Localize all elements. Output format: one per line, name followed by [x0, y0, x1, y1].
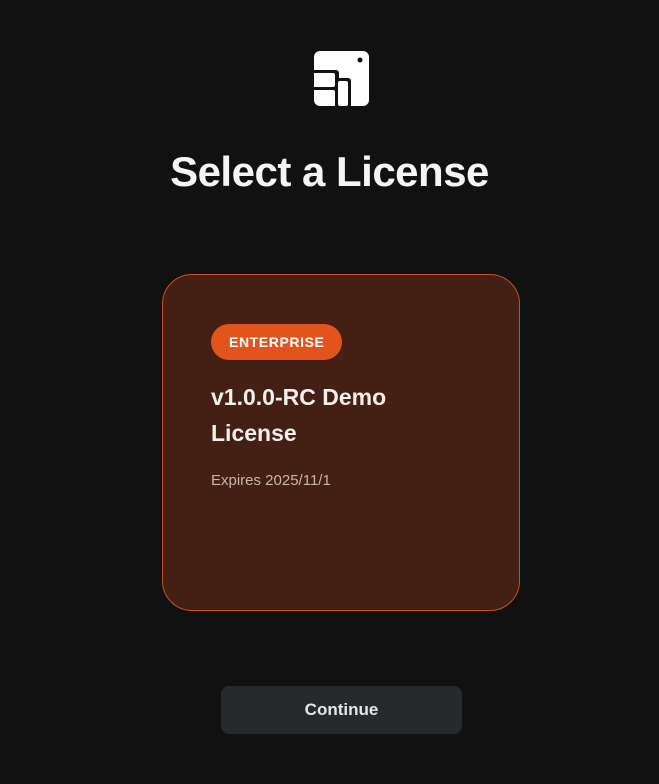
license-tier-badge: ENTERPRISE: [211, 324, 343, 360]
continue-button[interactable]: Continue: [221, 686, 462, 734]
app-logo-icon: [314, 51, 369, 106]
page-title: Select a License: [170, 148, 489, 195]
license-expiry: Expires 2025/11/1: [211, 472, 331, 489]
license-name: v1.0.0-RC Demo License: [211, 384, 387, 446]
license-card[interactable]: ENTERPRISE v1.0.0-RC Demo License Expire…: [162, 274, 520, 611]
